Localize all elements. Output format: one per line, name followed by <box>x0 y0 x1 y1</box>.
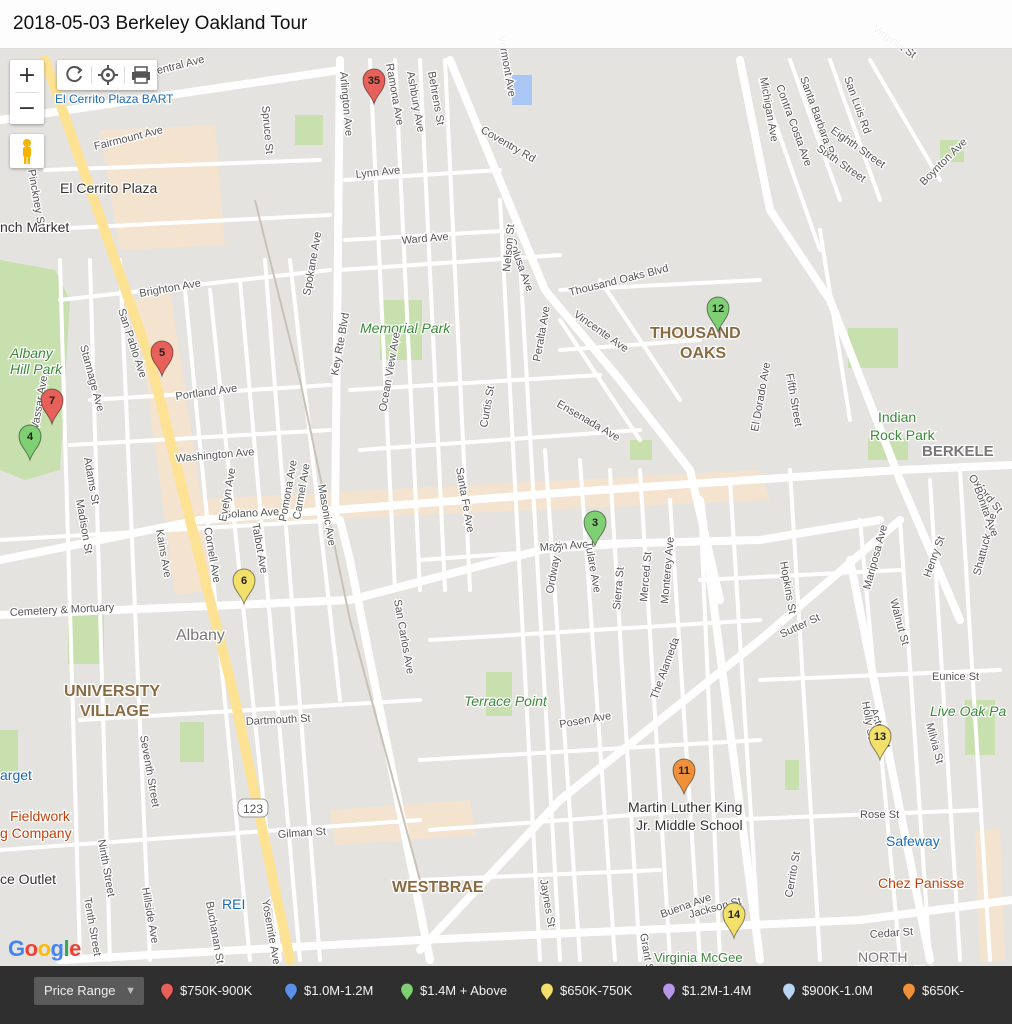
legend-label: $750K-900K <box>180 983 253 998</box>
pegman-icon <box>23 139 31 164</box>
place-label: Jr. Middle School <box>636 817 743 833</box>
legend-pin-icon <box>902 982 916 1002</box>
marker-number: 7 <box>49 395 55 407</box>
svg-text:123: 123 <box>243 802 263 816</box>
price-range-label: Price Range <box>44 983 116 998</box>
area-label: OAKS <box>680 345 727 362</box>
place-label: Chez Panisse <box>878 875 965 891</box>
street-label: Eunice St <box>932 671 979 683</box>
price-range-legend: Price Range ▼ $750K-900K $1.0M-1.2M $1.4M … <box>0 966 1012 1024</box>
marker-number: 6 <box>241 575 247 587</box>
area-label: THOUSAND <box>650 325 741 342</box>
place-label: Fieldwork <box>10 808 71 824</box>
print-button[interactable] <box>125 60 157 90</box>
area-label: VILLAGE <box>80 703 150 720</box>
area-label: Hill Park <box>10 361 63 377</box>
place-label: El Cerrito Plaza <box>60 180 157 196</box>
legend-pin-icon <box>540 982 554 1002</box>
legend-pin-icon <box>160 982 174 1002</box>
legend-pin-icon <box>284 982 298 1002</box>
refresh-button[interactable] <box>59 60 91 90</box>
crosshair-icon <box>98 65 118 85</box>
marker-number: 3 <box>592 517 598 529</box>
locate-button[interactable] <box>92 60 124 90</box>
marker-number: 12 <box>712 303 724 315</box>
price-range-dropdown[interactable]: Price Range ▼ <box>34 977 144 1005</box>
zoom-in-button[interactable]: + <box>10 60 44 91</box>
area-label: Albany <box>176 627 225 644</box>
legend-label: $650K-750K <box>560 983 633 998</box>
legend-label: $900K-1.0M <box>802 983 873 998</box>
area-label: WESTBRAE <box>392 879 484 896</box>
area-label: Indian <box>878 409 916 425</box>
printer-icon <box>132 66 150 84</box>
area-label: UNIVERSITY <box>64 683 160 700</box>
place-label: REI <box>222 896 245 912</box>
marker-number: 5 <box>159 347 165 359</box>
marker-number: 4 <box>27 431 34 443</box>
marker-number: 14 <box>728 909 741 921</box>
street-view-control[interactable] <box>10 134 44 168</box>
area-label: Memorial Park <box>360 320 451 336</box>
chevron-down-icon: ▼ <box>125 985 136 997</box>
map-canvas[interactable]: 123 Memorial Park THOUSANDOAKSIndianRock … <box>0 0 1012 1024</box>
map-title: 2018-05-03 Berkeley Oakland Tour <box>13 13 308 34</box>
legend-label: $650K- <box>922 983 964 998</box>
area-label: BERKELE <box>922 443 994 460</box>
refresh-icon <box>66 66 83 83</box>
place-label: Safeway <box>886 833 940 849</box>
area-label: Rock Park <box>870 427 936 443</box>
street-label: Rose St <box>860 809 899 821</box>
route-123-shield: 123 <box>237 798 269 818</box>
area-label: Albany <box>9 345 54 361</box>
area-label: Live Oak Pa <box>930 703 1006 719</box>
legend-label: $1.4M + Above <box>420 983 508 998</box>
legend-label: $1.0M-1.2M <box>304 983 374 998</box>
marker-number: 13 <box>874 731 886 743</box>
title-bar: 2018-05-03 Berkeley Oakland Tour <box>0 0 1012 49</box>
place-label: ce Outlet <box>0 871 56 887</box>
zoom-out-button[interactable]: − <box>10 93 44 124</box>
google-logo: Google <box>8 936 81 961</box>
place-label: El Cerrito Plaza BART <box>55 92 174 106</box>
place-label: arget <box>0 767 32 783</box>
marker-number: 35 <box>368 75 380 87</box>
zoom-control: + − <box>10 60 44 124</box>
place-label: g Company <box>0 825 72 841</box>
legend-pin-icon <box>400 982 414 1002</box>
area-label: Terrace Point <box>464 693 548 709</box>
legend-pin-icon <box>662 982 676 1002</box>
legend-label: $1.2M-1.4M <box>682 983 752 998</box>
place-label: Martin Luther King <box>628 799 742 815</box>
legend-pin-icon <box>782 982 796 1002</box>
marker-number: 11 <box>678 765 690 777</box>
map-tools <box>57 60 157 90</box>
